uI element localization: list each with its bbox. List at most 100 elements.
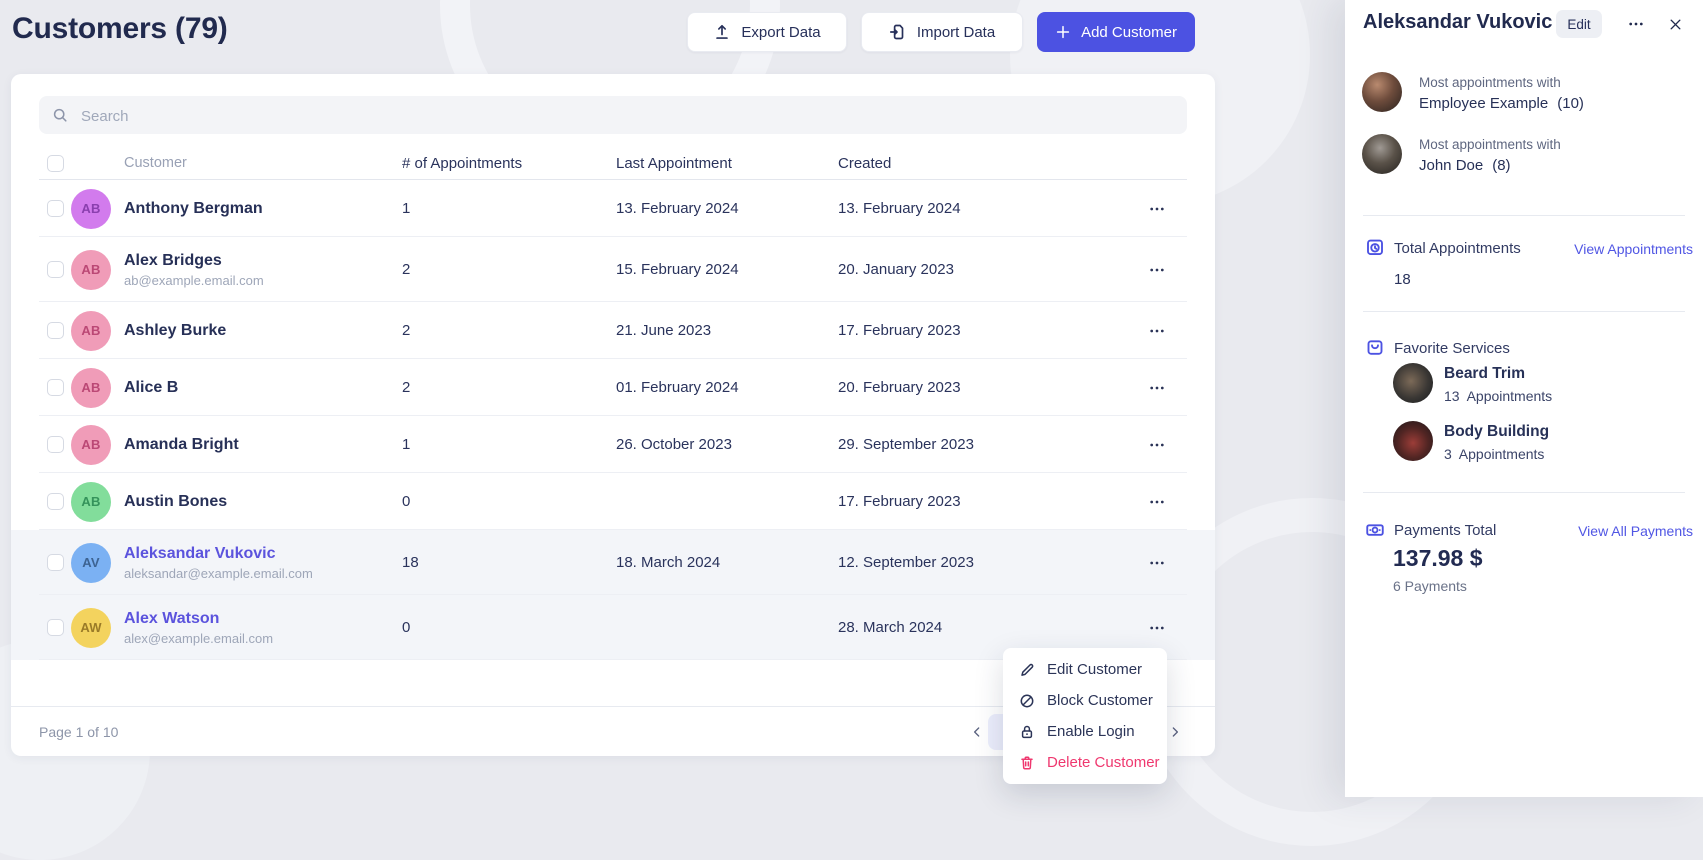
- created-date: 29. September 2023: [838, 416, 974, 473]
- customer-avatar: AB: [71, 368, 111, 408]
- ellipsis-icon: [1149, 494, 1165, 510]
- export-icon: [713, 23, 731, 41]
- service-appointments-count: 3: [1444, 446, 1452, 462]
- row-checkbox[interactable]: [47, 436, 64, 453]
- row-checkbox[interactable]: [47, 200, 64, 217]
- favorite-services-label: Favorite Services: [1394, 340, 1510, 357]
- column-header-last-appointment: Last Appointment: [616, 146, 732, 180]
- close-panel-button[interactable]: [1661, 12, 1689, 36]
- customer-avatar: AW: [71, 608, 111, 648]
- appointments-count: 0: [402, 595, 410, 660]
- menu-item-label: Enable Login: [1047, 723, 1135, 740]
- row-checkbox[interactable]: [47, 554, 64, 571]
- employee-appointments-count: (8): [1492, 157, 1510, 174]
- appointments-count: 18: [402, 530, 419, 595]
- table-row[interactable]: AB Austin Bones 0 17. February 2023: [11, 473, 1215, 530]
- row-actions-button[interactable]: [1139, 530, 1175, 595]
- most-appointments-label: Most appointments with: [1419, 137, 1561, 152]
- total-appointments-label: Total Appointments: [1394, 240, 1521, 257]
- shopping-bag-icon: [1365, 337, 1385, 357]
- table-row[interactable]: AB Ashley Burke 2 21. June 2023 17. Febr…: [11, 302, 1215, 359]
- table-header: Customer # of Appointments Last Appointm…: [11, 146, 1215, 180]
- row-checkbox[interactable]: [47, 261, 64, 278]
- ellipsis-icon: [1149, 555, 1165, 571]
- table-row[interactable]: AB Amanda Bright 1 26. October 2023 29. …: [11, 416, 1215, 473]
- panel-more-button[interactable]: [1621, 12, 1651, 36]
- last-appointment-date: 15. February 2024: [616, 237, 739, 302]
- table-row[interactable]: AB Alex Bridges ab@example.email.com 2 1…: [11, 237, 1215, 302]
- employee-photo-avatar: [1362, 72, 1402, 112]
- customer-name-link[interactable]: Alex Watson: [124, 610, 219, 628]
- view-appointments-link[interactable]: View Appointments: [1574, 241, 1693, 257]
- context-menu-item[interactable]: Enable Login: [1003, 716, 1167, 747]
- close-icon: [1668, 17, 1683, 32]
- row-actions-button[interactable]: [1139, 180, 1175, 237]
- favorite-services-list: Beard Trim 13 Appointments Body Building…: [1393, 363, 1552, 461]
- customer-email: alex@example.email.com: [124, 631, 273, 646]
- service-appointments-unit: Appointments: [1467, 388, 1553, 404]
- column-header-created: Created: [838, 146, 891, 180]
- customer-name-link[interactable]: Amanda Bright: [124, 436, 239, 454]
- row-actions-button[interactable]: [1139, 237, 1175, 302]
- select-all-checkbox[interactable]: [47, 155, 64, 172]
- ellipsis-icon: [1149, 437, 1165, 453]
- ellipsis-icon: [1149, 201, 1165, 217]
- row-checkbox[interactable]: [47, 379, 64, 396]
- row-context-menu: Edit Customer Block Customer Enable Logi…: [1003, 648, 1167, 784]
- panel-title: Aleksandar Vukovic: [1363, 11, 1552, 34]
- view-all-payments-link[interactable]: View All Payments: [1578, 523, 1693, 539]
- customer-name-link[interactable]: Alex Bridges: [124, 252, 222, 270]
- menu-item-label: Delete Customer: [1047, 754, 1160, 771]
- add-customer-button[interactable]: Add Customer: [1037, 12, 1195, 52]
- customer-name-link[interactable]: Austin Bones: [124, 493, 227, 511]
- divider: [1363, 215, 1685, 216]
- pagination-prev-button[interactable]: [963, 718, 991, 746]
- toolbar: Export Data Import Data Add Customer: [687, 12, 1195, 52]
- service-appointments-unit: Appointments: [1459, 446, 1545, 462]
- payments-total-label: Payments Total: [1394, 522, 1496, 539]
- row-checkbox[interactable]: [47, 322, 64, 339]
- ellipsis-icon: [1149, 323, 1165, 339]
- search-bar: [39, 96, 1187, 134]
- edit-button[interactable]: Edit: [1556, 10, 1602, 38]
- service-photo-avatar: [1393, 421, 1433, 461]
- service-photo-avatar: [1393, 363, 1433, 403]
- menu-item-label: Edit Customer: [1047, 661, 1142, 678]
- table-row[interactable]: AV Aleksandar Vukovic aleksandar@example…: [11, 530, 1215, 595]
- row-actions-button[interactable]: [1139, 473, 1175, 530]
- table-row[interactable]: AB Alice B 2 01. February 2024 20. Febru…: [11, 359, 1215, 416]
- export-data-label: Export Data: [741, 24, 820, 41]
- customer-name-link[interactable]: Alice B: [124, 379, 178, 397]
- service-name: Body Building: [1444, 423, 1549, 441]
- customer-name-link[interactable]: Ashley Burke: [124, 322, 226, 340]
- context-menu-item[interactable]: Edit Customer: [1003, 654, 1167, 685]
- appointments-count: 1: [402, 180, 410, 237]
- employee-name-link[interactable]: John Doe: [1419, 157, 1483, 174]
- row-checkbox[interactable]: [47, 619, 64, 636]
- pagination-status: Page 1 of 10: [39, 707, 118, 757]
- table-row[interactable]: AB Anthony Bergman 1 13. February 2024 1…: [11, 180, 1215, 237]
- money-icon: [1365, 520, 1385, 540]
- customer-name-link[interactable]: Anthony Bergman: [124, 200, 263, 218]
- service-name: Beard Trim: [1444, 365, 1552, 383]
- context-menu-item[interactable]: Delete Customer: [1003, 747, 1167, 778]
- search-input[interactable]: [79, 96, 1173, 136]
- last-appointment-date: 01. February 2024: [616, 359, 739, 416]
- employee-name-link[interactable]: Employee Example: [1419, 95, 1548, 112]
- plus-icon: [1055, 24, 1071, 40]
- customer-name-link[interactable]: Aleksandar Vukovic: [124, 545, 275, 563]
- export-data-button[interactable]: Export Data: [687, 12, 847, 52]
- import-data-label: Import Data: [917, 24, 995, 41]
- menu-item-label: Block Customer: [1047, 692, 1153, 709]
- import-data-button[interactable]: Import Data: [861, 12, 1023, 52]
- customer-avatar: AB: [71, 482, 111, 522]
- row-checkbox[interactable]: [47, 493, 64, 510]
- context-menu-item[interactable]: Block Customer: [1003, 685, 1167, 716]
- divider: [1363, 492, 1685, 493]
- menu-item-icon: [1019, 755, 1035, 771]
- import-icon: [889, 23, 907, 41]
- row-actions-button[interactable]: [1139, 302, 1175, 359]
- customer-email: ab@example.email.com: [124, 273, 264, 288]
- row-actions-button[interactable]: [1139, 359, 1175, 416]
- row-actions-button[interactable]: [1139, 416, 1175, 473]
